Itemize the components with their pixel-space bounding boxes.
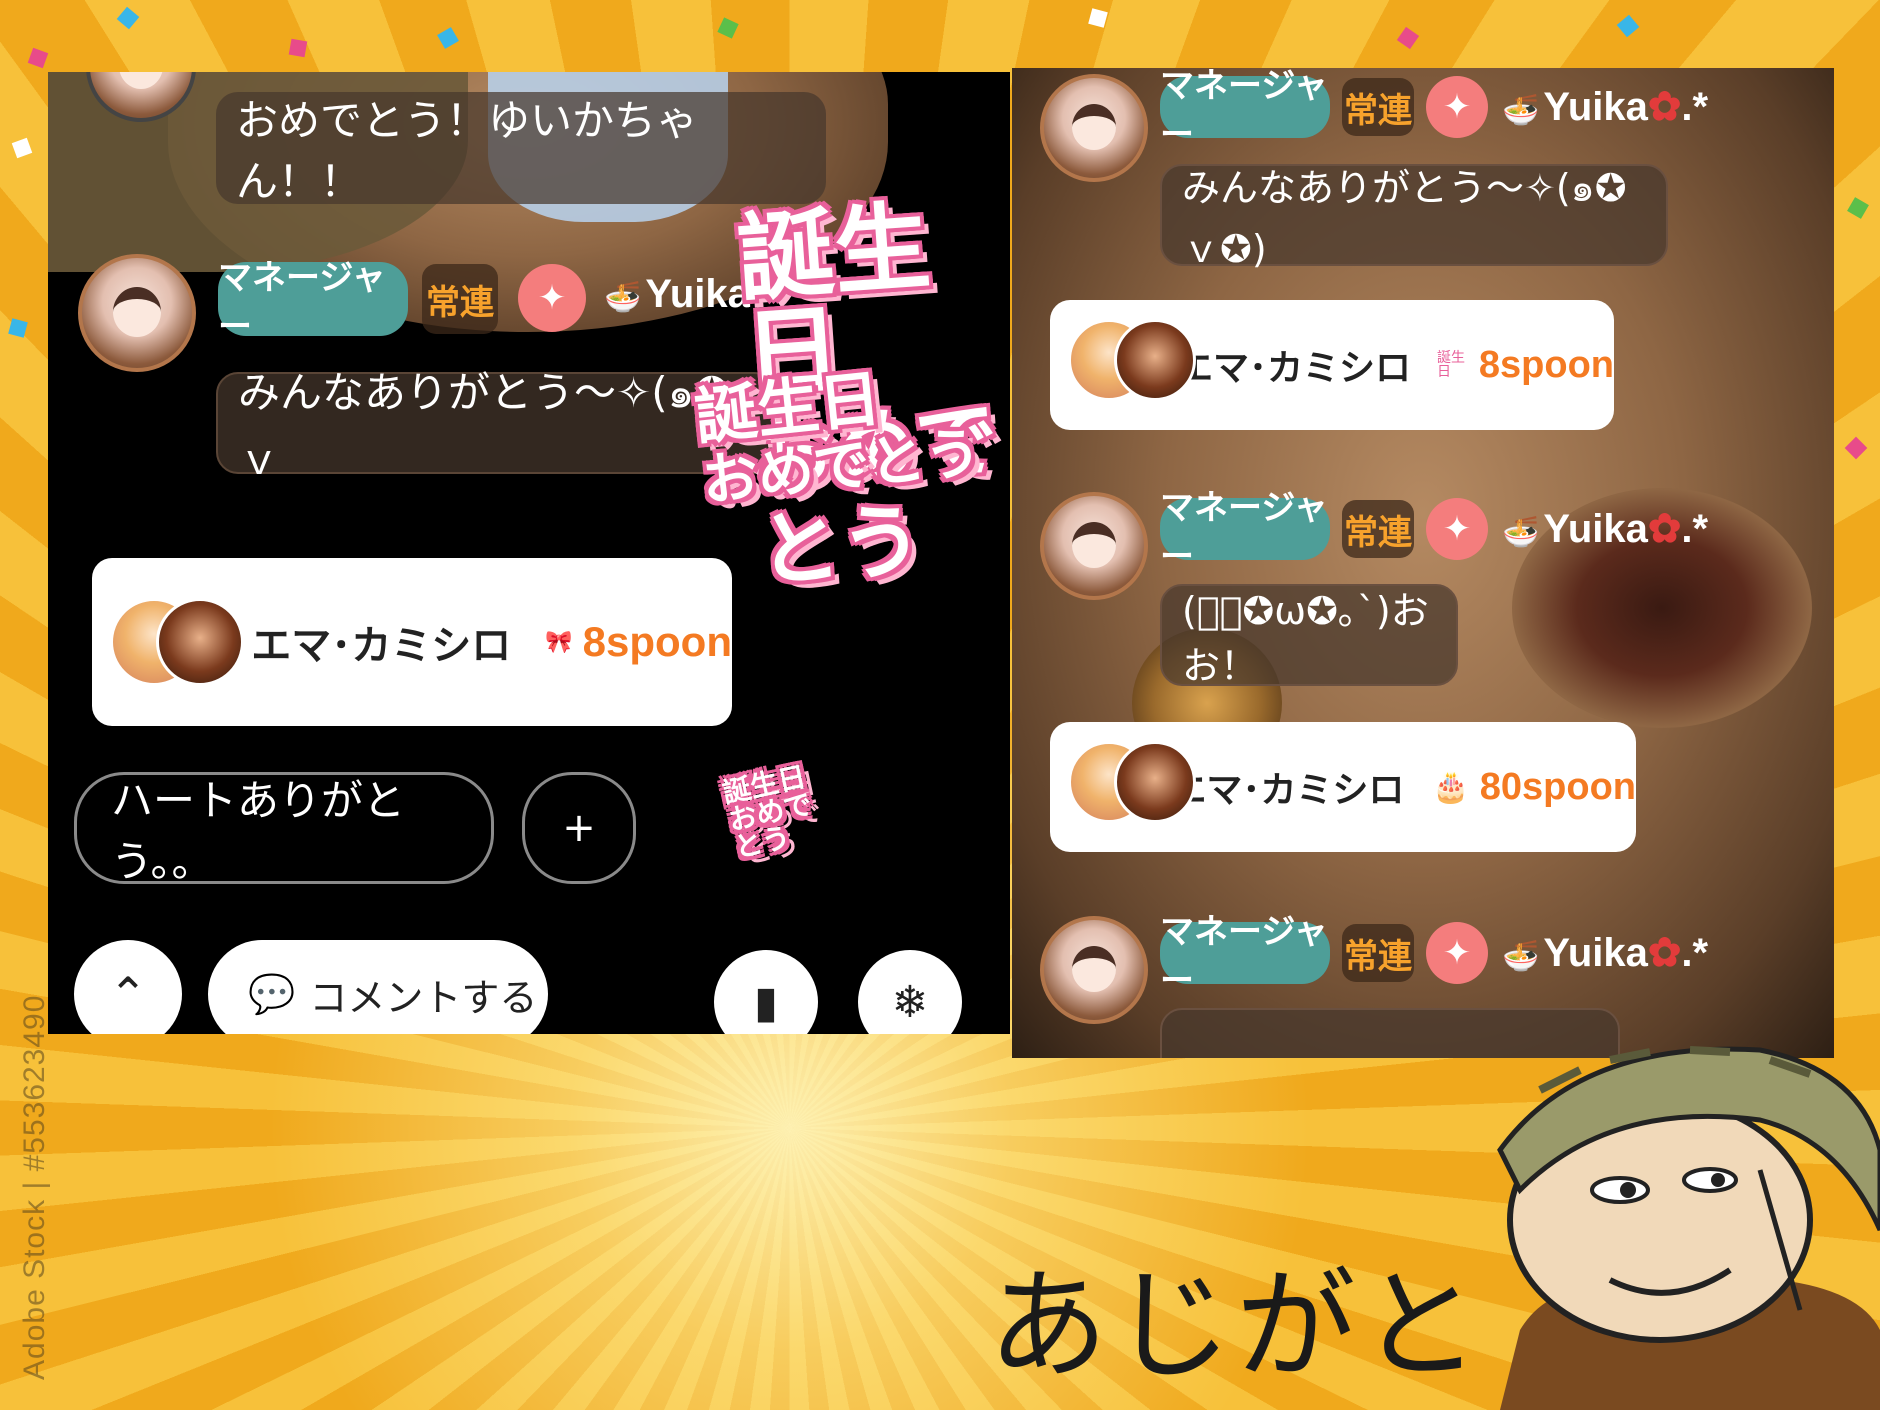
star-badge: ✦ xyxy=(1426,498,1488,560)
manager-badge: マネージャー xyxy=(1160,68,1330,155)
caption-text: あじがと xyxy=(988,1257,1484,1396)
quick-reply-pill[interactable]: ハートありがとう。。 xyxy=(74,772,494,886)
user-avatar[interactable] xyxy=(1040,74,1148,182)
chevron-up-icon: ⌃ xyxy=(108,967,148,1021)
bowl-icon: 🍜 xyxy=(1502,94,1540,127)
regular-badge: 常連 xyxy=(1342,924,1414,982)
confetti xyxy=(288,38,308,58)
gift-card[interactable]: エマ･カミシロ 誕生日 8spoon xyxy=(1050,300,1614,430)
birthday-sticker-icon: 誕生日 xyxy=(1437,350,1466,380)
message-text: みんなありがとう～✧(๑✪ｖ xyxy=(238,368,730,484)
regular-badge: 常連 xyxy=(1342,500,1414,558)
user-avatar[interactable] xyxy=(1040,916,1148,1024)
tulip-icon: ✿ xyxy=(1647,507,1682,551)
gift-receiver-avatar xyxy=(156,598,244,686)
bowl-icon: 🍜 xyxy=(1502,516,1540,549)
comment-bubble: おめでとう！ゆいかちゃん！！ xyxy=(216,92,826,206)
add-button[interactable]: + xyxy=(522,772,636,884)
character-illustration xyxy=(1497,1046,1880,1410)
username[interactable]: 🍜 Yuika xyxy=(604,272,750,317)
star-badge: ✦ xyxy=(1426,76,1488,138)
gift-card[interactable]: エマ･カミシロ 🎀 8spoon xyxy=(92,558,732,726)
user-avatar[interactable] xyxy=(78,254,196,372)
gift-amount: 8spoon xyxy=(1478,343,1614,386)
gift-sender-name: エマ･カミシロ xyxy=(251,623,512,669)
gift-receiver-avatar xyxy=(1114,741,1196,823)
birthday-sticker-small: 誕生日おめでとう xyxy=(719,759,815,865)
cake-icon: 🎂 xyxy=(1432,769,1470,805)
regular-badge: 常連 xyxy=(1342,78,1414,136)
gift-avatars xyxy=(110,592,244,692)
gift-card[interactable]: エマ･カミシロ 🎂 80spoon xyxy=(1050,722,1636,852)
user-avatar[interactable] xyxy=(1040,492,1148,600)
gift-sender-name: エマ･カミシロ xyxy=(1177,348,1412,389)
message-bubble: みんなありがとう～✧(๑✪ｖ✪) xyxy=(1160,164,1668,271)
username[interactable]: 🍜 Yuika✿.* xyxy=(1502,84,1708,130)
comment-text: おめでとう！ゆいかちゃん！！ xyxy=(236,96,699,206)
gift-avatars xyxy=(1068,315,1196,415)
manager-badge: マネージャー xyxy=(1160,488,1330,577)
regular-badge: 常連 xyxy=(422,264,498,334)
tulip-icon: ✿ xyxy=(1647,85,1682,129)
gift-receiver-avatar xyxy=(1114,319,1196,401)
star-badge: ✦ xyxy=(518,264,586,332)
mic-icon: ▮ xyxy=(753,976,779,1028)
comment-icon: 💬 xyxy=(248,971,296,1016)
left-app-screenshot: おめでとう！ゆいかちゃん！！ マネージャー 常連 ✦ 🍜 Yuika みんなありが… xyxy=(48,72,1010,1034)
star-badge: ✦ xyxy=(1426,922,1488,984)
birthday-sticker-medium: 誕生日 おめでとう xyxy=(691,361,985,515)
gift-sender-name: エマ･カミシロ xyxy=(1170,770,1405,811)
manager-badge: マネージャー xyxy=(1160,912,1330,1001)
message-bubble: (ﾟ｡✪ω✪｡`)おお！ xyxy=(1160,584,1458,688)
chevron-up-button[interactable]: ⌃ xyxy=(74,940,182,1034)
comment-button[interactable]: 💬 コメントする xyxy=(208,940,548,1034)
tulip-icon: ✿ xyxy=(1647,931,1682,975)
username[interactable]: 🍜 Yuika✿.* xyxy=(1502,506,1708,552)
gift-amount: 8spoon xyxy=(582,618,732,665)
gift-avatars xyxy=(1068,737,1196,837)
birthday-sticker-icon: 🎀 xyxy=(545,629,573,655)
bowl-icon: 🍜 xyxy=(1502,940,1540,973)
username[interactable]: 🍜 Yuika✿.* xyxy=(1502,930,1708,976)
bowl-icon: 🍜 xyxy=(604,281,642,314)
snowflake-button[interactable]: ❄ xyxy=(858,950,962,1034)
mic-button[interactable]: ▮ xyxy=(714,950,818,1034)
gift-amount: 80spoon xyxy=(1479,765,1636,808)
manager-badge: マネージャー xyxy=(218,258,408,347)
snowflake-icon: ❄ xyxy=(891,976,929,1028)
right-app-screenshot: マネージャー 常連 ✦ 🍜 Yuika✿.* みんなありがとう～✧(๑✪ｖ✪) エ… xyxy=(1012,68,1834,1058)
